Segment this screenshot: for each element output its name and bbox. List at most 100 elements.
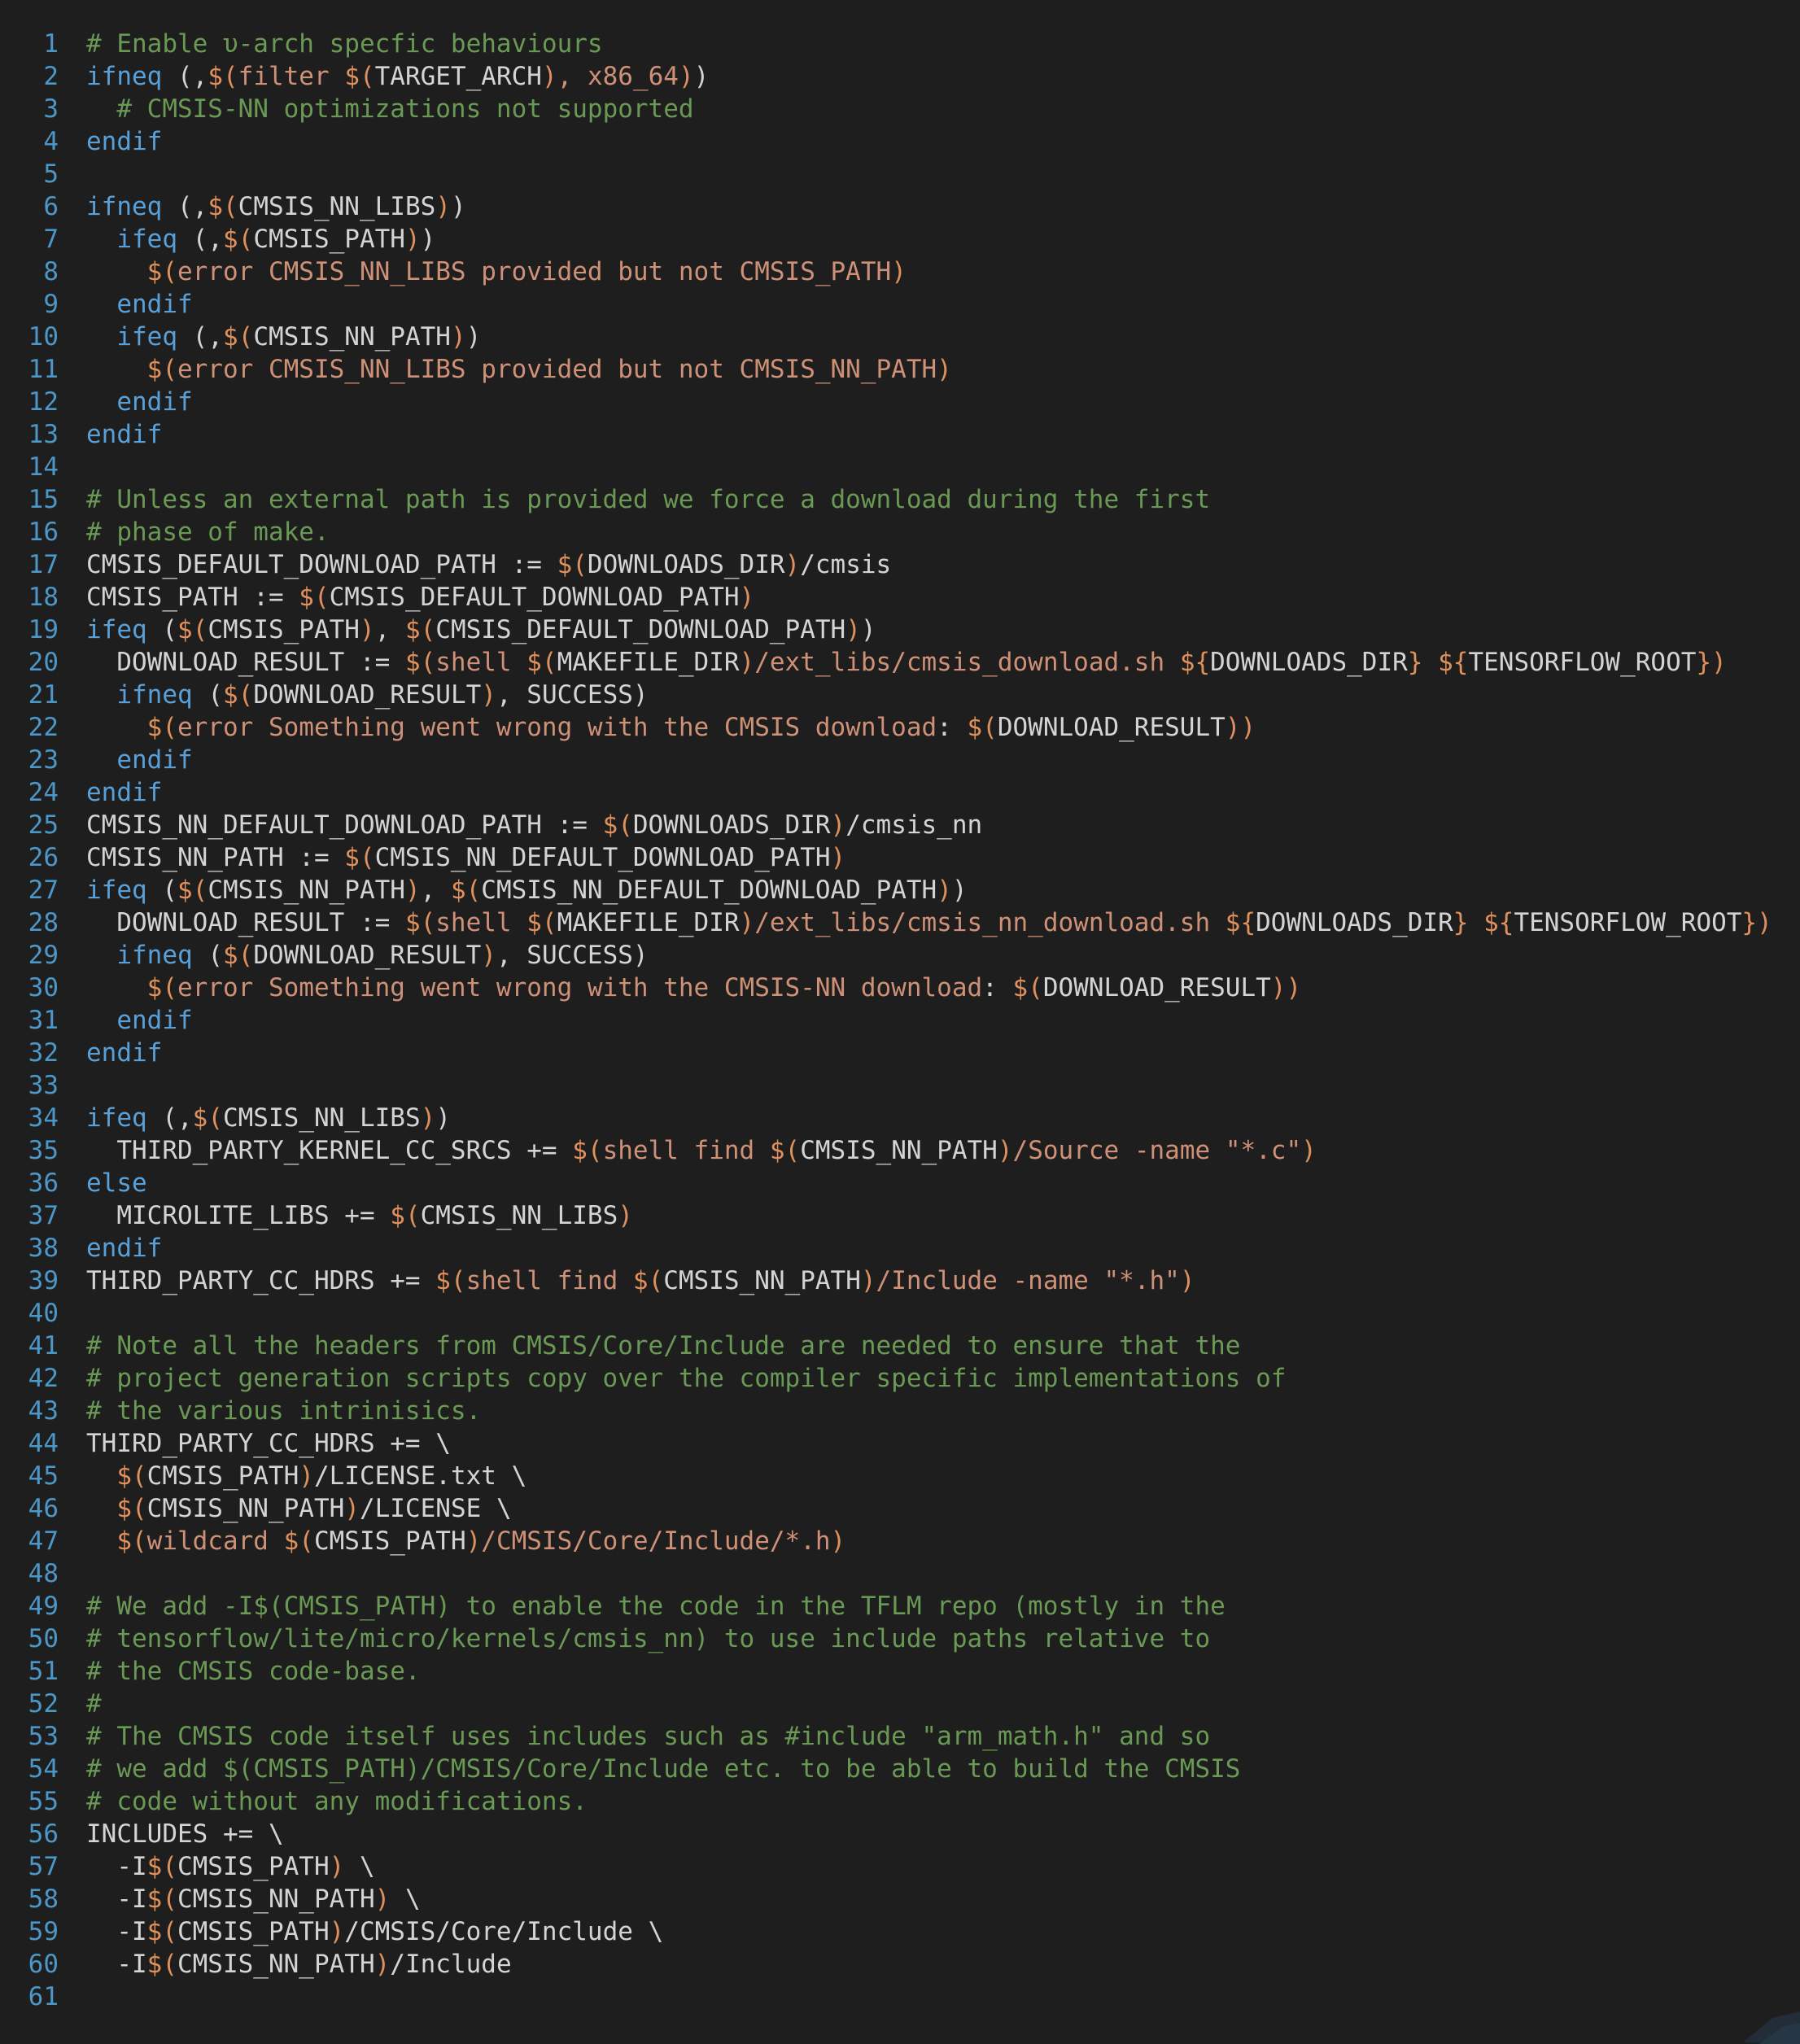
code-line[interactable]: 5 [0,158,1800,190]
line-number: 52 [28,1689,59,1719]
code-line[interactable]: 59 -I$(CMSIS_PATH)/CMSIS/Core/Include \ [0,1915,1800,1948]
code-token: $( [632,1266,664,1295]
code-line[interactable]: 8 $(error CMSIS_NN_LIBS provided but not… [0,256,1800,288]
code-line[interactable]: 35 THIRD_PARTY_KERNEL_CC_SRCS += $(shell… [0,1134,1800,1167]
code-line[interactable]: 32 endif [0,1037,1800,1069]
code-line[interactable]: 26 CMSIS_NN_PATH := $(CMSIS_NN_DEFAULT_DO… [0,841,1800,874]
code-line[interactable]: 31 endif [0,1004,1800,1037]
code-line[interactable]: 39 THIRD_PARTY_CC_HDRS += $(shell find $(… [0,1264,1800,1297]
code-token: ) [1240,713,1256,742]
code-token: $( [208,192,238,221]
code-line[interactable]: 18 CMSIS_PATH := $(CMSIS_DEFAULT_DOWNLOAD… [0,581,1800,614]
code-line[interactable]: 19 ifeq ($(CMSIS_PATH), $(CMSIS_DEFAULT_D… [0,614,1800,646]
code-line[interactable]: 14 [0,451,1800,483]
line-number: 33 [28,1071,59,1100]
code-line[interactable]: 53 # The CMSIS code itself uses includes … [0,1720,1800,1753]
code-line[interactable]: 57 -I$(CMSIS_PATH) \ [0,1850,1800,1883]
code-line[interactable]: 54 # we add $(CMSIS_PATH)/CMSIS/Core/Incl… [0,1753,1800,1785]
code-line[interactable]: 43 # the various intrinisics. [0,1395,1800,1427]
code-line[interactable]: 16 # phase of make. [0,516,1800,548]
line-code: endif [59,776,1800,809]
code-token: $( [222,225,254,254]
code-line[interactable]: 11 $(error CMSIS_NN_LIBS provided but no… [0,353,1800,386]
code-token: , [420,876,451,905]
code-token: MAKEFILE_DIR [557,908,740,937]
code-token: $( [177,876,208,905]
code-token: CMSIS_PATH [146,1461,299,1491]
code-line[interactable]: 47 $(wildcard $(CMSIS_PATH)/CMSIS/Core/I… [0,1525,1800,1557]
code-line[interactable]: 44 THIRD_PARTY_CC_HDRS += \ [0,1427,1800,1460]
code-line[interactable]: 28 DOWNLOAD_RESULT := $(shell $(MAKEFILE… [0,906,1800,939]
code-line[interactable]: 21 ifneq ($(DOWNLOAD_RESULT), SUCCESS) [0,679,1800,711]
code-line[interactable]: 58 -I$(CMSIS_NN_PATH) \ [0,1883,1800,1915]
code-token: ) [951,876,968,905]
code-line[interactable]: 24 endif [0,776,1800,809]
code-line[interactable]: 48 [0,1557,1800,1590]
code-line[interactable]: 45 $(CMSIS_PATH)/LICENSE.txt \ [0,1460,1800,1492]
code-line[interactable]: 41 # Note all the headers from CMSIS/Core… [0,1330,1800,1362]
code-line[interactable]: 30 $(error Something went wrong with the… [0,972,1800,1004]
code-line[interactable]: 38 endif [0,1232,1800,1264]
code-line[interactable]: 49 # We add -I$(CMSIS_PATH) to enable the… [0,1590,1800,1623]
code-token: ) [481,941,496,970]
code-line[interactable]: 2 ifneq (,$(filter $(TARGET_ARCH), x86_64… [0,60,1800,93]
code-line[interactable]: 15 # Unless an external path is provided … [0,483,1800,516]
code-line[interactable]: 42 # project generation scripts copy over… [0,1362,1800,1395]
code-token: ) [329,1852,345,1881]
code-line[interactable]: 20 DOWNLOAD_RESULT := $(shell $(MAKEFILE… [0,646,1800,679]
code-line[interactable]: 3 # CMSIS-NN optimizations not supported [0,93,1800,125]
code-line[interactable]: 25 CMSIS_NN_DEFAULT_DOWNLOAD_PATH := $(DO… [0,809,1800,841]
code-line[interactable]: 12 endif [0,386,1800,418]
code-token: $( [146,355,177,384]
code-line[interactable]: 22 $(error Something went wrong with the… [0,711,1800,744]
code-token: ) [1270,973,1287,1002]
code-line[interactable]: 6 ifneq (,$(CMSIS_NN_LIBS)) [0,190,1800,223]
code-line[interactable]: 10 ifeq (,$(CMSIS_NN_PATH)) [0,321,1800,353]
code-token: : [937,713,968,742]
line-number: 40 [28,1299,59,1328]
code-token: ) [678,62,694,91]
code-line[interactable]: 50 # tensorflow/lite/micro/kernels/cmsis_… [0,1623,1800,1655]
code-token: CMSIS_NN_DEFAULT_DOWNLOAD_PATH [374,843,831,872]
code-line[interactable]: 17 CMSIS_DEFAULT_DOWNLOAD_PATH := $(DOWNL… [0,548,1800,581]
code-line[interactable]: 60 -I$(CMSIS_NN_PATH)/Include [0,1948,1800,1981]
code-line[interactable]: 4 endif [0,125,1800,158]
line-number: 18 [28,583,59,612]
line-number: 53 [28,1722,59,1751]
code-line[interactable]: 7 ifeq (,$(CMSIS_PATH)) [0,223,1800,256]
code-line[interactable]: 40 [0,1297,1800,1330]
line-code: endif [59,125,1800,158]
code-token: CMSIS_PATH [253,225,405,254]
code-line[interactable]: 9 endif [0,288,1800,321]
code-token: ) [359,615,375,644]
code-line[interactable]: 34 ifeq (,$(CMSIS_NN_LIBS)) [0,1102,1800,1134]
code-line[interactable]: 33 [0,1069,1800,1102]
code-line[interactable]: 56 INCLUDES += \ [0,1818,1800,1850]
code-token: filter [238,62,345,91]
code-line[interactable]: 36 else [0,1167,1800,1199]
code-line[interactable]: 51 # the CMSIS code-base. [0,1655,1800,1688]
line-number: 30 [28,973,59,1002]
code-line[interactable]: 1 # Enable υ-arch specfic behaviours [0,28,1800,60]
code-token: ) [541,62,557,91]
line-code: # CMSIS-NN optimizations not supported [59,93,1800,125]
code-line[interactable]: 46 $(CMSIS_NN_PATH)/LICENSE \ [0,1492,1800,1525]
code-token: ) [374,1885,391,1914]
code-line[interactable]: 37 MICROLITE_LIBS += $(CMSIS_NN_LIBS) [0,1199,1800,1232]
code-editor[interactable]: 1 # Enable υ-arch specfic behaviours 2 ifne… [0,0,1800,2044]
code-line[interactable]: 23 endif [0,744,1800,776]
code-line[interactable]: 61 [0,1981,1800,2013]
code-line[interactable]: 29 ifneq ($(DOWNLOAD_RESULT), SUCCESS) [0,939,1800,972]
code-line[interactable]: 27 ifeq ($(CMSIS_NN_PATH), $(CMSIS_NN_DEF… [0,874,1800,906]
code-token: ifneq [116,941,193,970]
code-line[interactable]: 52 # [0,1688,1800,1720]
code-line[interactable]: 13 endif [0,418,1800,451]
code-line[interactable]: 55 # code without any modifications. [0,1785,1800,1818]
code-token: ) [465,1526,482,1556]
